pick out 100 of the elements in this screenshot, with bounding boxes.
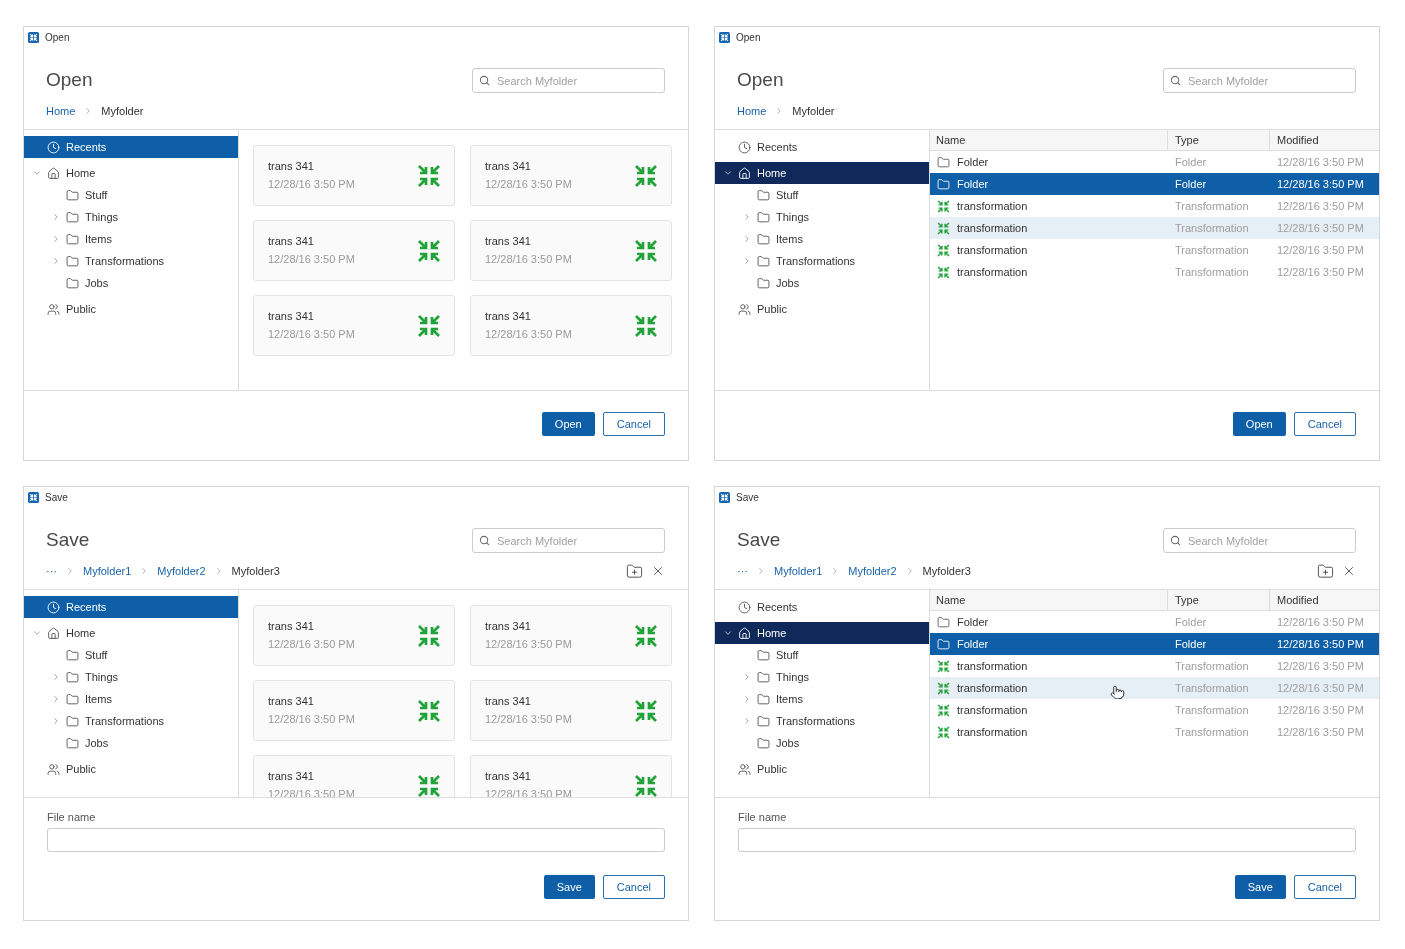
- column-header[interactable]: Modified: [1269, 130, 1379, 150]
- file-card[interactable]: trans 341 12/28/16 3:50 PM: [253, 145, 455, 206]
- folder-icon: [757, 670, 770, 684]
- tree-item[interactable]: Home: [24, 622, 238, 644]
- file-card[interactable]: trans 341 12/28/16 3:50 PM: [253, 605, 455, 666]
- file-card[interactable]: trans 341 12/28/16 3:50 PM: [253, 295, 455, 356]
- tree-item[interactable]: Items: [715, 688, 929, 710]
- save-button[interactable]: Save: [543, 875, 595, 899]
- tree-item[interactable]: Recents: [24, 596, 238, 618]
- breadcrumb-link[interactable]: Myfolder2: [848, 562, 897, 580]
- cancel-button[interactable]: Cancel: [1293, 875, 1356, 899]
- table-cell: 12/28/16 3:50 PM: [1277, 155, 1364, 168]
- folder-icon: [66, 232, 79, 246]
- tree-item[interactable]: Jobs: [715, 732, 929, 754]
- open-button[interactable]: Open: [1232, 412, 1286, 436]
- tree-item[interactable]: Items: [715, 228, 929, 250]
- search-field[interactable]: Search Myfolder: [1163, 68, 1356, 93]
- tree-item[interactable]: Home: [715, 162, 929, 184]
- tree-item[interactable]: Recents: [715, 136, 929, 158]
- breadcrumb-link[interactable]: Home: [46, 102, 76, 120]
- close-icon[interactable]: [1342, 564, 1356, 578]
- column-header[interactable]: Name: [930, 590, 1167, 610]
- tree-item[interactable]: Stuff: [715, 644, 929, 666]
- tree-item[interactable]: Stuff: [24, 184, 238, 206]
- tree-item[interactable]: Transformations: [715, 250, 929, 272]
- column-header[interactable]: Name: [930, 130, 1167, 150]
- tree-item[interactable]: Things: [715, 206, 929, 228]
- chevron-right-icon[interactable]: [51, 234, 61, 244]
- chevron-right-icon[interactable]: [742, 234, 752, 244]
- breadcrumb-link[interactable]: Home: [737, 102, 767, 120]
- tree-item[interactable]: Home: [24, 162, 238, 184]
- chevron-right-icon[interactable]: [51, 694, 61, 704]
- folder-icon: [66, 670, 79, 684]
- table-row[interactable]: transformation Transformation 12/28/16 3:50 PM: [930, 677, 1379, 699]
- file-card[interactable]: trans 341 12/28/16 3:50 PM: [253, 680, 455, 741]
- table-row[interactable]: Folder Folder 12/28/16 3:50 PM: [930, 173, 1379, 195]
- tree-item[interactable]: Public: [715, 758, 929, 780]
- file-card[interactable]: trans 341 12/28/16 3:50 PM: [470, 605, 672, 666]
- table-row[interactable]: transformation Transformation 12/28/16 3:50 PM: [930, 217, 1379, 239]
- column-header[interactable]: Type: [1167, 590, 1269, 610]
- tree-item[interactable]: Recents: [715, 596, 929, 618]
- tree-item[interactable]: Transformations: [715, 710, 929, 732]
- file-card[interactable]: trans 341 12/28/16 3:50 PM: [470, 220, 672, 281]
- tree-item[interactable]: Transformations: [24, 250, 238, 272]
- tree-item[interactable]: Public: [715, 298, 929, 320]
- tree-item[interactable]: Transformations: [24, 710, 238, 732]
- file-card[interactable]: trans 341 12/28/16 3:50 PM: [470, 145, 672, 206]
- tree-item[interactable]: Recents: [24, 136, 238, 158]
- breadcrumb-link[interactable]: ···: [46, 562, 57, 580]
- chevron-right-icon[interactable]: [51, 212, 61, 222]
- tree-item[interactable]: Items: [24, 688, 238, 710]
- file-card[interactable]: trans 341 12/28/16 3:50 PM: [470, 680, 672, 741]
- cancel-button[interactable]: Cancel: [1293, 412, 1356, 436]
- breadcrumb-link[interactable]: ···: [737, 562, 748, 580]
- file-name-field[interactable]: [47, 828, 665, 852]
- file-card[interactable]: trans 341 12/28/16 3:50 PM: [470, 295, 672, 356]
- chevron-right-icon[interactable]: [742, 694, 752, 704]
- tree-item[interactable]: Stuff: [715, 184, 929, 206]
- chevron-right-icon[interactable]: [742, 672, 752, 682]
- card-title: trans 341: [268, 695, 315, 708]
- chevron-right-icon[interactable]: [742, 256, 752, 266]
- tree-item[interactable]: Things: [24, 206, 238, 228]
- new-folder-icon[interactable]: [626, 562, 643, 580]
- chevron-down-icon[interactable]: [723, 168, 733, 178]
- new-folder-icon[interactable]: [1317, 562, 1334, 580]
- breadcrumb-link[interactable]: Myfolder1: [774, 562, 823, 580]
- cancel-button[interactable]: Cancel: [602, 412, 665, 436]
- chevron-right-icon[interactable]: [51, 716, 61, 726]
- breadcrumb-link[interactable]: Myfolder2: [157, 562, 206, 580]
- tree-item[interactable]: Things: [24, 666, 238, 688]
- chevron-down-icon[interactable]: [723, 628, 733, 638]
- tree-item[interactable]: Jobs: [715, 272, 929, 294]
- tree-item[interactable]: Public: [24, 758, 238, 780]
- file-name-field[interactable]: [738, 828, 1356, 852]
- search-field[interactable]: Search Myfolder: [472, 68, 665, 93]
- breadcrumb-link[interactable]: Myfolder1: [83, 562, 132, 580]
- file-card[interactable]: trans 341 12/28/16 3:50 PM: [253, 220, 455, 281]
- chevron-right-icon[interactable]: [51, 256, 61, 266]
- search-field[interactable]: Search Myfolder: [472, 528, 665, 553]
- tree-item[interactable]: Stuff: [24, 644, 238, 666]
- search-field[interactable]: Search Myfolder: [1163, 528, 1356, 553]
- tree-item[interactable]: Jobs: [24, 732, 238, 754]
- column-header[interactable]: Modified: [1269, 590, 1379, 610]
- tree-item[interactable]: Home: [715, 622, 929, 644]
- window-title: Open: [736, 30, 761, 45]
- table-row[interactable]: Folder Folder 12/28/16 3:50 PM: [930, 633, 1379, 655]
- tree-item[interactable]: Public: [24, 298, 238, 320]
- save-button[interactable]: Save: [1234, 875, 1286, 899]
- cancel-button[interactable]: Cancel: [602, 875, 665, 899]
- open-button[interactable]: Open: [541, 412, 595, 436]
- column-header[interactable]: Type: [1167, 130, 1269, 150]
- tree-item[interactable]: Items: [24, 228, 238, 250]
- table-cell-text: transformation: [957, 220, 1028, 236]
- dialog-heading: Save: [737, 527, 781, 552]
- close-icon[interactable]: [651, 564, 665, 578]
- chevron-right-icon[interactable]: [742, 212, 752, 222]
- tree-item[interactable]: Jobs: [24, 272, 238, 294]
- tree-item[interactable]: Things: [715, 666, 929, 688]
- chevron-right-icon[interactable]: [51, 672, 61, 682]
- chevron-right-icon[interactable]: [742, 716, 752, 726]
